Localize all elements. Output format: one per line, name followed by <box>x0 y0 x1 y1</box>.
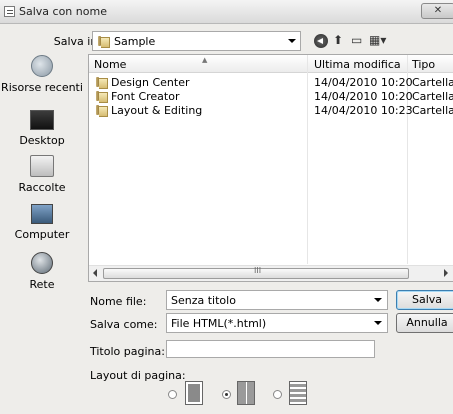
window-title: Salva con nome <box>19 5 107 18</box>
sort-ascending-icon: ▲ <box>202 56 208 64</box>
file-modified: 14/04/2010 10:20 <box>314 90 413 103</box>
file-type: Cartella d <box>412 76 453 89</box>
place-label: Risorse recenti <box>1 81 83 94</box>
save-type-label: Salva come: <box>90 318 158 331</box>
back-icon[interactable] <box>314 34 328 48</box>
list-item[interactable]: Font Creator 14/04/2010 10:20 Cartella d <box>89 89 453 103</box>
file-type: Cartella d <box>412 104 453 117</box>
place-computer[interactable]: Computer <box>0 204 84 241</box>
file-type: Cartella d <box>412 90 453 103</box>
folder-icon <box>96 105 108 117</box>
list-item[interactable]: Layout & Editing 14/04/2010 10:23 Cartel… <box>89 103 453 117</box>
file-name: Design Center <box>111 76 190 89</box>
layout-single-icon[interactable] <box>185 381 203 405</box>
place-recent[interactable]: Risorse recenti <box>0 55 84 94</box>
save-in-dropdown[interactable]: Sample <box>92 31 301 51</box>
title-bar: Salva con nome ✕ <box>0 0 453 24</box>
computer-icon <box>31 204 53 224</box>
scroll-grip: III <box>254 266 262 275</box>
place-label: Raccolte <box>18 181 66 194</box>
cancel-button[interactable]: Annulla <box>396 313 453 333</box>
page-title-label: Titolo pagina: <box>90 345 165 358</box>
recent-places-icon <box>31 55 53 77</box>
scroll-left-icon[interactable] <box>93 269 97 277</box>
column-header-modified[interactable]: Ultima modifica <box>314 58 401 71</box>
page-title-input[interactable] <box>166 340 375 358</box>
save-type-value: File HTML(*.html) <box>171 317 267 330</box>
layout-columns-icon[interactable] <box>237 381 255 405</box>
save-button[interactable]: Salva <box>396 290 453 310</box>
horizontal-scrollbar[interactable]: III <box>89 265 453 281</box>
file-name: Font Creator <box>111 90 180 103</box>
desktop-icon <box>30 110 54 130</box>
folder-icon <box>96 77 108 89</box>
scrollbar-thumb[interactable]: III <box>103 266 409 279</box>
place-libraries[interactable]: Raccolte <box>0 155 84 194</box>
layout-radio-2[interactable] <box>222 390 231 399</box>
file-modified: 14/04/2010 10:23 <box>314 104 413 117</box>
place-label: Rete <box>29 278 55 291</box>
views-menu-icon[interactable]: ▦▾ <box>369 33 386 47</box>
network-icon <box>31 252 53 274</box>
chevron-down-icon <box>374 321 382 325</box>
chevron-down-icon[interactable] <box>374 298 382 302</box>
libraries-icon <box>30 155 54 177</box>
list-header: Nome ▲ Ultima modifica Tipo <box>89 55 453 73</box>
up-folder-icon[interactable]: ⬆ <box>333 33 343 47</box>
page-layout-label: Layout di pagina: <box>90 369 186 382</box>
filename-value: Senza titolo <box>171 294 236 307</box>
layout-radio-3[interactable] <box>273 390 282 399</box>
layout-rows-icon[interactable] <box>289 381 307 405</box>
file-modified: 14/04/2010 10:20 <box>314 76 413 89</box>
new-folder-icon[interactable]: ▭ <box>351 33 362 47</box>
place-label: Computer <box>14 228 70 241</box>
layout-radio-1[interactable] <box>168 390 177 399</box>
list-item[interactable]: Design Center 14/04/2010 10:20 Cartella … <box>89 75 453 89</box>
save-type-dropdown[interactable]: File HTML(*.html) <box>166 313 388 333</box>
scroll-right-icon[interactable] <box>444 269 448 277</box>
file-list[interactable]: Nome ▲ Ultima modifica Tipo Design Cente… <box>88 54 453 282</box>
close-button[interactable]: ✕ <box>421 3 453 19</box>
column-header-name[interactable]: Nome <box>94 58 126 71</box>
save-in-value: Sample <box>114 35 156 48</box>
column-header-type[interactable]: Tipo <box>412 58 435 71</box>
place-desktop[interactable]: Desktop <box>0 110 84 147</box>
place-label: Desktop <box>19 134 65 147</box>
chevron-down-icon <box>288 39 296 43</box>
filename-field[interactable]: Senza titolo <box>166 290 388 310</box>
folder-icon <box>96 91 108 103</box>
filename-label: Nome file: <box>90 295 147 308</box>
file-name: Layout & Editing <box>111 104 203 117</box>
window-icon <box>4 6 15 17</box>
folder-icon <box>98 36 110 48</box>
place-network[interactable]: Rete <box>0 252 84 291</box>
